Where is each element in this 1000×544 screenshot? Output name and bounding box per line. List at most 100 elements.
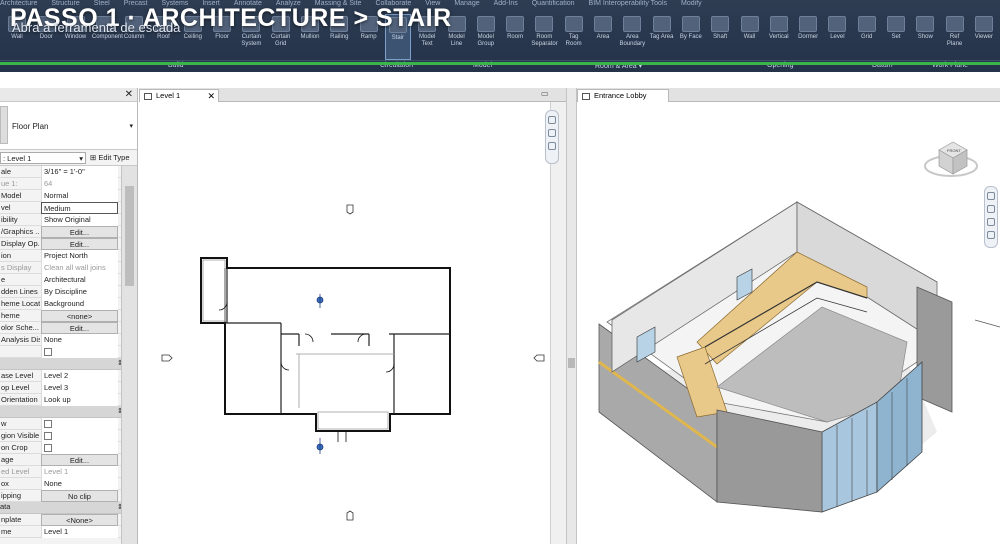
type-selector[interactable]: Floor Plan ▾ <box>0 102 137 150</box>
ribbon-tool-tag-area-button[interactable]: Tag Area <box>649 14 675 60</box>
steering-wheel-icon[interactable] <box>987 192 995 200</box>
property-checkbox[interactable] <box>44 444 52 452</box>
zoom-icon[interactable] <box>987 205 995 213</box>
property-value[interactable]: Background <box>41 298 118 310</box>
ribbon-tool-set-button[interactable]: Set <box>883 14 909 60</box>
ribbon-tool-vertical-button[interactable]: Vertical <box>766 14 792 60</box>
chevron-down-icon[interactable]: ▾ <box>129 122 133 130</box>
property-value[interactable]: 64 <box>41 178 118 190</box>
window-controls-icon[interactable]: ▭ <box>541 89 549 98</box>
property-checkbox[interactable] <box>44 432 52 440</box>
ribbon-tool-area-boundary-button[interactable]: Area Boundary <box>619 14 645 60</box>
zoom-icon[interactable] <box>548 129 556 137</box>
section-label: ata <box>0 502 11 511</box>
ribbon-tool-by-face-button[interactable]: By Face <box>678 14 704 60</box>
ribbon-tab-13[interactable]: Quantification <box>532 0 575 7</box>
properties-section-header[interactable]: ⇕ <box>0 406 137 418</box>
ribbon-tab-15[interactable]: Modify <box>681 0 702 7</box>
ribbon-tool-area-button[interactable]: Area <box>590 14 616 60</box>
property-edit-button[interactable]: <none> <box>41 310 118 322</box>
viewcube[interactable]: FRONT <box>923 130 979 180</box>
properties-scrollbar[interactable] <box>121 166 137 544</box>
ribbon-tool-level-button[interactable]: Level <box>824 14 850 60</box>
pan-icon[interactable] <box>548 142 556 150</box>
property-value[interactable]: Level 1 <box>41 526 118 538</box>
view-splitter[interactable] <box>566 88 577 544</box>
property-value[interactable]: Show Original <box>41 214 118 226</box>
property-name: Orientation <box>1 395 38 404</box>
instance-filter-dropdown[interactable]: : Level 1 ▾ <box>0 152 86 164</box>
property-value[interactable]: None <box>41 334 118 346</box>
close-icon[interactable]: ✕ <box>125 89 133 100</box>
property-value[interactable]: Project North <box>41 250 118 262</box>
plan-view-tabbar: Level 1 ✕ ▭ <box>139 88 566 102</box>
property-edit-button[interactable]: Edit... <box>41 454 118 466</box>
ribbon-tool-viewer-button[interactable]: Viewer <box>971 14 997 60</box>
property-name: Display Op... <box>1 239 40 248</box>
property-edit-button[interactable]: <None> <box>41 514 118 526</box>
property-row: /Graphics ... Edit... <box>0 226 137 238</box>
pan-icon[interactable] <box>987 218 995 226</box>
close-icon[interactable]: ✕ <box>207 90 215 102</box>
property-value[interactable]: 3/16" = 1'-0" <box>41 166 118 178</box>
property-value[interactable]: Medium <box>41 202 118 214</box>
property-checkbox[interactable] <box>44 420 52 428</box>
property-row: ed Level Level 1 <box>0 466 137 478</box>
ribbon-tab-11[interactable]: Manage <box>454 0 479 7</box>
property-edit-button[interactable]: Edit... <box>41 238 118 250</box>
properties-section-header[interactable]: ata⇕ <box>0 502 137 514</box>
property-value[interactable]: Look up <box>41 394 118 406</box>
ribbon-tool-tag-room-button[interactable]: Tag Room <box>561 14 587 60</box>
navigation-bar[interactable] <box>545 110 559 164</box>
elevation-marker-west-icon[interactable] <box>161 354 173 362</box>
property-row: heme <none> <box>0 310 137 322</box>
elevation-marker-north-icon[interactable] <box>346 204 354 215</box>
ribbon-tab-12[interactable]: Add-Ins <box>494 0 518 7</box>
property-value[interactable]: Level 1 <box>41 466 118 478</box>
property-value[interactable]: Level 2 <box>41 370 118 382</box>
property-name: me <box>1 527 12 536</box>
property-edit-button[interactable]: Edit... <box>41 226 118 238</box>
floor-plan-view[interactable]: Level 1 ✕ ▭ <box>139 88 566 544</box>
navigation-bar[interactable] <box>984 186 998 248</box>
property-edit-button[interactable]: Edit... <box>41 322 118 334</box>
ribbon-tool-show-button[interactable]: Show <box>912 14 938 60</box>
ribbon-tool-grid-button[interactable]: Grid <box>854 14 880 60</box>
property-value[interactable]: Normal <box>41 190 118 202</box>
property-value[interactable]: None <box>41 478 118 490</box>
property-value[interactable]: Level 3 <box>41 382 118 394</box>
ribbon-tool-shaft-button[interactable]: Shaft <box>707 14 733 60</box>
ribbon-tool-label: Room <box>507 34 524 40</box>
splitter-grip[interactable] <box>568 358 575 368</box>
level-marker-icon[interactable] <box>316 294 324 308</box>
ribbon-tool-label: Shaft <box>713 34 728 40</box>
properties-section-header[interactable]: ⇕ <box>0 358 137 370</box>
ribbon-tool-room-separator-button[interactable]: Room Separator <box>531 14 558 60</box>
ribbon-tool-wall-button[interactable]: Wall <box>737 14 763 60</box>
scrollbar-thumb[interactable] <box>125 186 134 286</box>
property-value[interactable]: Clean all wall joins <box>41 262 118 274</box>
ribbon-tool-ref-plane-button[interactable]: Ref Plane <box>942 14 968 60</box>
elevation-marker-south-icon[interactable] <box>346 510 354 521</box>
property-value[interactable]: By Discipline <box>41 286 118 298</box>
edit-type-button[interactable]: ⊞ Edit Type <box>90 152 130 164</box>
plan-scrollbar[interactable] <box>550 102 566 544</box>
tab-level-1[interactable]: Level 1 ✕ <box>139 89 219 102</box>
elevation-marker-east-icon[interactable] <box>533 354 545 362</box>
section-marker-icon[interactable] <box>316 438 324 454</box>
ribbon-tool-model-group-button[interactable]: Model Group <box>473 14 499 60</box>
property-name: heme Locat... <box>1 299 40 308</box>
ribbon-tool-room-button[interactable]: Room <box>502 14 528 60</box>
property-checkbox[interactable] <box>44 348 52 356</box>
steering-wheel-icon[interactable] <box>548 116 556 124</box>
property-name: Analysis Dis... <box>1 335 40 344</box>
orbit-icon[interactable] <box>987 231 995 239</box>
property-edit-button[interactable]: No clip <box>41 490 118 502</box>
3d-view[interactable]: Entrance Lobby FRONT <box>577 88 1000 544</box>
ribbon-tool-dormer-button[interactable]: Dormer <box>795 14 821 60</box>
property-row: ue 1: 64 <box>0 178 137 190</box>
property-row: Display Op... Edit... <box>0 238 137 250</box>
property-value[interactable]: Architectural <box>41 274 118 286</box>
ribbon-tab-14[interactable]: BIM Interoperability Tools <box>589 0 667 7</box>
tab-entrance-lobby[interactable]: Entrance Lobby <box>577 89 669 102</box>
